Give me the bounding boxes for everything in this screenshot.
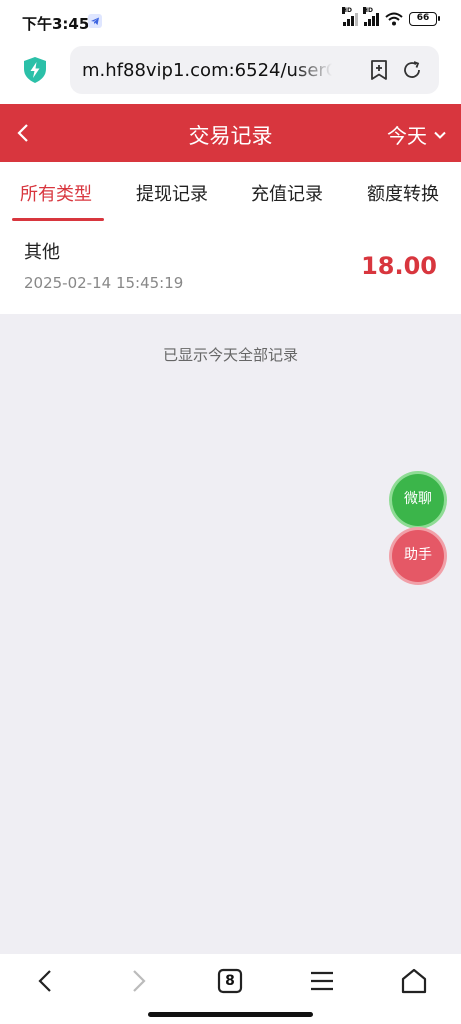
- tab-count: 8: [225, 973, 235, 989]
- battery-icon: 66: [409, 12, 440, 26]
- chat-float-button[interactable]: 微聊: [392, 474, 444, 526]
- bookmark-add-icon[interactable]: [368, 59, 390, 81]
- tabs-button[interactable]: 8: [215, 966, 245, 996]
- date-filter-label: 今天: [387, 124, 427, 148]
- assistant-float-button[interactable]: 助手: [392, 530, 444, 582]
- record-amount: 18.00: [361, 252, 437, 280]
- cellular-signal-2-icon: HD: [363, 7, 379, 26]
- forward-nav-icon[interactable]: [123, 966, 153, 996]
- record-type-tabs: 所有类型 提现记录 充值记录 额度转换: [0, 162, 461, 222]
- back-nav-icon[interactable]: [31, 966, 61, 996]
- tab-deposit-records[interactable]: 充值记录: [251, 180, 323, 206]
- tab-all-types[interactable]: 所有类型: [20, 180, 92, 206]
- app-header: 交易记录 今天: [0, 104, 461, 162]
- shield-lightning-icon[interactable]: [22, 56, 48, 84]
- cellular-signal-1-icon: HD: [342, 7, 358, 26]
- chevron-down-icon: [434, 131, 446, 139]
- url-text[interactable]: m.hf88vip1.com:6524/userCenter: [82, 60, 332, 82]
- tab-withdraw-records[interactable]: 提现记录: [136, 180, 208, 206]
- date-filter-dropdown[interactable]: 今天: [387, 120, 447, 149]
- tab-credit-transfer[interactable]: 额度转换: [367, 180, 439, 206]
- list-item[interactable]: 其他 2025-02-14 15:45:19 18.00: [0, 222, 461, 314]
- status-bar: 下午3:45 HD HD 66: [0, 0, 461, 40]
- record-time: 2025-02-14 15:45:19: [24, 274, 184, 292]
- telegram-icon: [88, 14, 102, 28]
- menu-icon[interactable]: [307, 966, 337, 996]
- browser-toolbar: m.hf88vip1.com:6524/userCenter: [0, 40, 461, 104]
- reload-icon[interactable]: [401, 59, 423, 81]
- record-type: 其他: [24, 242, 60, 263]
- wifi-icon: [385, 12, 403, 26]
- end-of-list-note: 已显示今天全部记录: [162, 346, 298, 364]
- address-bar[interactable]: m.hf88vip1.com:6524/userCenter: [70, 46, 439, 94]
- status-time: 下午3:45: [22, 15, 90, 33]
- home-icon[interactable]: [399, 966, 429, 996]
- home-indicator: [148, 1012, 313, 1017]
- active-tab-indicator: [12, 218, 104, 221]
